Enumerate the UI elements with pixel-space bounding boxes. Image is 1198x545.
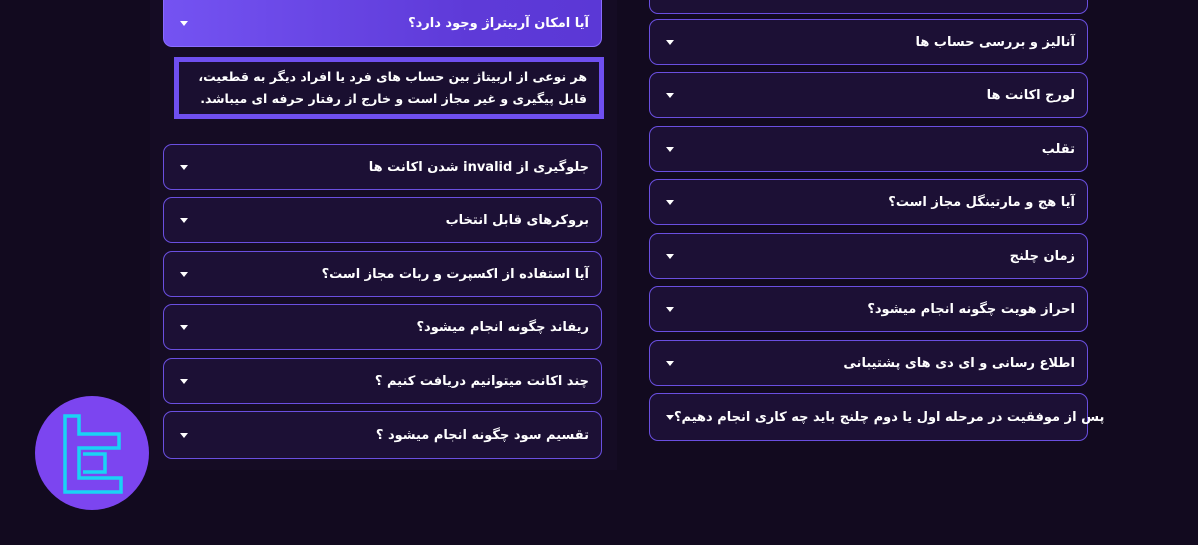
faq-question: ریفاند چگونه انجام میشود؟ <box>416 319 589 335</box>
faq-question: بروکرهای قابل انتخاب <box>445 212 589 228</box>
faq-item[interactable]: آیا هج و مارتینگل مجاز است؟ <box>649 179 1088 225</box>
caret-down-icon <box>666 414 674 420</box>
faq-question: آنالیز و بررسی حساب ها <box>915 34 1075 50</box>
faq-question: چند اکانت میتوانیم دریافت کنیم ؟ <box>374 373 589 389</box>
faq-item[interactable]: بروکرهای قابل انتخاب <box>163 197 602 243</box>
caret-down-icon <box>180 164 188 170</box>
faq-question: تقلب <box>1041 141 1075 157</box>
faq-question: زمان چلنج <box>1009 248 1075 264</box>
caret-down-icon <box>180 432 188 438</box>
caret-down-icon <box>180 20 188 26</box>
caret-down-icon <box>666 253 674 259</box>
faq-item-arbitrage[interactable]: آیا امکان آربیتراژ وجود دارد؟ <box>163 0 602 47</box>
faq-item[interactable]: ریفاند چگونه انجام میشود؟ <box>163 304 602 350</box>
caret-down-icon <box>180 271 188 277</box>
logo-mark-icon <box>63 414 123 494</box>
faq-question: آیا هج و مارتینگل مجاز است؟ <box>888 194 1075 210</box>
faq-item[interactable]: تقسیم سود چگونه انجام میشود ؟ <box>163 411 602 459</box>
caret-down-icon <box>666 39 674 45</box>
caret-down-icon <box>180 378 188 384</box>
caret-down-icon <box>180 217 188 223</box>
faq-item[interactable]: احراز هویت چگونه انجام میشود؟ <box>649 286 1088 332</box>
faq-page: آیا امکان آربیتراژ وجود دارد؟ هر نوعی از… <box>0 0 1198 545</box>
caret-down-icon <box>666 146 674 152</box>
faq-question: پس از موفقیت در مرحله اول یا دوم چلنج با… <box>674 409 1105 425</box>
faq-item[interactable]: جلوگیری از invalid شدن اکانت ها <box>163 144 602 190</box>
caret-down-icon <box>666 92 674 98</box>
faq-item[interactable]: چند اکانت میتوانیم دریافت کنیم ؟ <box>163 358 602 404</box>
caret-down-icon <box>666 360 674 366</box>
faq-item[interactable]: آنالیز و بررسی حساب ها <box>649 19 1088 65</box>
faq-item[interactable]: تقلب <box>649 126 1088 172</box>
faq-question: اطلاع رسانی و ای دی های پشتیبانی <box>843 355 1075 371</box>
caret-down-icon <box>180 324 188 330</box>
faq-question: جلوگیری از invalid شدن اکانت ها <box>368 159 589 175</box>
faq-item[interactable]: اطلاع رسانی و ای دی های پشتیبانی <box>649 340 1088 386</box>
faq-item[interactable]: لورج اکانت ها <box>649 72 1088 118</box>
caret-down-icon <box>666 199 674 205</box>
faq-answer: هر نوعی از اربیتاژ بین حساب های فرد یا ا… <box>174 57 604 119</box>
faq-question: احراز هویت چگونه انجام میشود؟ <box>867 301 1075 317</box>
caret-down-icon <box>666 306 674 312</box>
faq-question: تقسیم سود چگونه انجام میشود ؟ <box>375 427 589 443</box>
faq-item[interactable]: آیا استفاده از اکسپرت و ربات مجاز است؟ <box>163 251 602 297</box>
brand-logo-icon[interactable] <box>35 396 149 510</box>
faq-question: آیا استفاده از اکسپرت و ربات مجاز است؟ <box>321 266 589 282</box>
faq-item[interactable]: پس از موفقیت در مرحله اول یا دوم چلنج با… <box>649 393 1104 441</box>
faq-question: لورج اکانت ها <box>986 87 1075 103</box>
faq-item[interactable]: زمان چلنج <box>649 233 1088 279</box>
faq-question: آیا امکان آربیتراژ وجود دارد؟ <box>408 15 589 31</box>
faq-item-partial[interactable] <box>649 0 1088 14</box>
